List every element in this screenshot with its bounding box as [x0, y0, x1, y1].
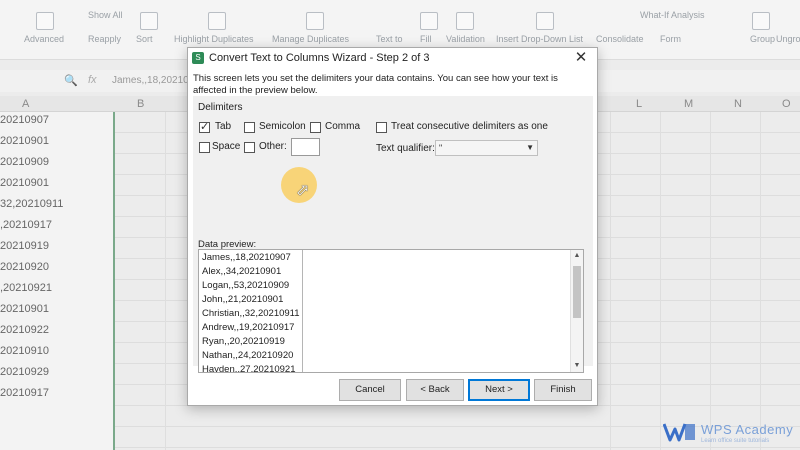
cell-a[interactable]: 20210910 — [0, 345, 49, 357]
delimiters-label: Delimiters — [198, 102, 243, 113]
text-qualifier-select[interactable]: " ▼ — [435, 140, 538, 156]
cell-a[interactable]: 20210920 — [0, 261, 49, 273]
ribbon-show-all[interactable]: Show All — [88, 10, 123, 20]
preview-row: Logan,,53,20210909 — [202, 280, 290, 291]
consecutive-delimiters-label[interactable]: Treat consecutive delimiters as one — [391, 121, 548, 132]
next-button[interactable]: Next > — [468, 379, 530, 401]
comma-checkbox[interactable] — [310, 122, 321, 133]
ribbon-validation[interactable]: Validation — [446, 34, 485, 44]
space-label[interactable]: Space — [212, 141, 240, 152]
preview-row: James,,18,20210907 — [202, 252, 291, 263]
dialog-title: Convert Text to Columns Wizard - Step 2 … — [209, 52, 430, 64]
data-preview[interactable]: James,,18,20210907 Alex,,34,20210901 Log… — [198, 249, 584, 373]
cell-a[interactable]: 20210901 — [0, 135, 49, 147]
formula-value[interactable]: James,,18,20210 — [112, 75, 189, 86]
cell-a[interactable]: 20210901 — [0, 177, 49, 189]
ribbon-advanced[interactable]: Advanced — [24, 34, 64, 44]
space-checkbox[interactable] — [199, 142, 210, 153]
column-divider — [760, 112, 761, 450]
tab-label[interactable]: Tab — [215, 121, 231, 132]
cell-a[interactable]: 20210929 — [0, 366, 49, 378]
other-label[interactable]: Other: — [259, 141, 287, 152]
ribbon-form[interactable]: Form — [660, 34, 681, 44]
spreadsheet-app-icon: S — [192, 52, 204, 64]
cell-a[interactable]: 20210922 — [0, 324, 49, 336]
fx-label[interactable]: fx — [88, 74, 97, 86]
watermark-subtitle: Learn office suite tutorials — [701, 438, 770, 444]
wps-logo-icon — [663, 423, 695, 442]
ribbon-ungroup[interactable]: Ungro — [776, 34, 800, 44]
ribbon-highlight-duplicates[interactable]: Highlight Duplicates — [174, 34, 254, 44]
cancel-button[interactable]: Cancel — [339, 379, 401, 401]
cell-a[interactable]: 20210901 — [0, 303, 49, 315]
cell-a[interactable]: 32,20210911 — [0, 198, 63, 210]
scroll-thumb[interactable] — [573, 266, 581, 318]
column-header-b[interactable]: B — [137, 98, 144, 110]
preview-row: Alex,,34,20210901 — [202, 266, 282, 277]
text-to-columns-dialog: S Convert Text to Columns Wizard - Step … — [187, 47, 598, 406]
column-divider — [610, 112, 611, 450]
tab-checkbox[interactable] — [199, 120, 210, 133]
consecutive-delimiters-checkbox[interactable] — [376, 122, 387, 133]
chevron-down-icon: ▼ — [526, 143, 534, 152]
preview-row: Hayden,,27,20210921 — [202, 364, 296, 373]
ribbon-insert-dropdown[interactable]: Insert Drop-Down List — [496, 34, 583, 44]
fill-icon — [420, 12, 438, 30]
cell-a[interactable]: 20210917 — [0, 387, 49, 399]
column-divider — [165, 112, 166, 450]
cell-a[interactable]: 20210919 — [0, 240, 49, 252]
other-delimiter-input[interactable] — [291, 138, 320, 156]
close-icon[interactable]: ✕ — [567, 49, 595, 67]
preview-scrollbar[interactable]: ▲ ▼ — [570, 250, 583, 372]
finish-button[interactable]: Finish — [534, 379, 592, 401]
cell-a[interactable]: ,20210917 — [0, 219, 52, 231]
mouse-cursor-icon: ⬀ — [296, 182, 310, 199]
text-qualifier-value: " — [439, 143, 443, 153]
back-button[interactable]: < Back — [406, 379, 464, 401]
preview-row: Nathan,,24,20210920 — [202, 350, 294, 361]
dialog-titlebar[interactable]: S Convert Text to Columns Wizard - Step … — [188, 48, 597, 68]
search-icon[interactable]: 🔍 — [64, 74, 78, 87]
scroll-down-icon[interactable]: ▼ — [571, 360, 583, 372]
filter-icon — [36, 12, 54, 30]
preview-row: Andrew,,19,20210917 — [202, 322, 295, 333]
column-header-l[interactable]: L — [636, 98, 642, 110]
column-divider — [660, 112, 661, 450]
ribbon-consolidate[interactable]: Consolidate — [596, 34, 644, 44]
cell-a[interactable]: 20210907 — [0, 114, 49, 126]
validation-icon — [456, 12, 474, 30]
dialog-description: This screen lets you set the delimiters … — [193, 73, 558, 96]
ribbon-what-if[interactable]: What-If Analysis — [640, 10, 705, 20]
column-header-n[interactable]: N — [734, 98, 742, 110]
semicolon-checkbox[interactable] — [244, 122, 255, 133]
preview-row: Christian,,32,20210911 — [202, 308, 300, 319]
ribbon-sort[interactable]: Sort — [136, 34, 153, 44]
preview-column[interactable]: James,,18,20210907 Alex,,34,20210901 Log… — [199, 250, 303, 373]
group-icon — [752, 12, 770, 30]
ribbon-manage-duplicates[interactable]: Manage Duplicates — [272, 34, 349, 44]
ribbon-fill[interactable]: Fill — [420, 34, 432, 44]
column-header-o[interactable]: O — [782, 98, 791, 110]
semicolon-label[interactable]: Semicolon — [259, 121, 306, 132]
other-checkbox[interactable] — [244, 142, 255, 153]
ribbon-reapply[interactable]: Reapply — [88, 34, 121, 44]
preview-row: John,,21,20210901 — [202, 294, 284, 305]
ribbon-group[interactable]: Group — [750, 34, 775, 44]
cell-a[interactable]: 20210909 — [0, 156, 49, 168]
comma-label[interactable]: Comma — [325, 121, 360, 132]
manage-duplicates-icon — [306, 12, 324, 30]
scroll-up-icon[interactable]: ▲ — [571, 250, 583, 262]
text-qualifier-label: Text qualifier: — [376, 143, 435, 154]
ribbon-text-to[interactable]: Text to — [376, 34, 403, 44]
watermark-title: WPS Academy — [701, 422, 794, 437]
highlight-duplicates-icon — [208, 12, 226, 30]
preview-row: Ryan,,20,20210919 — [202, 336, 285, 347]
sort-icon — [140, 12, 158, 30]
column-header-a[interactable]: A — [22, 98, 29, 110]
column-header-m[interactable]: M — [684, 98, 693, 110]
column-divider — [710, 112, 711, 450]
cell-a[interactable]: ,20210921 — [0, 282, 52, 294]
dropdown-list-icon — [536, 12, 554, 30]
